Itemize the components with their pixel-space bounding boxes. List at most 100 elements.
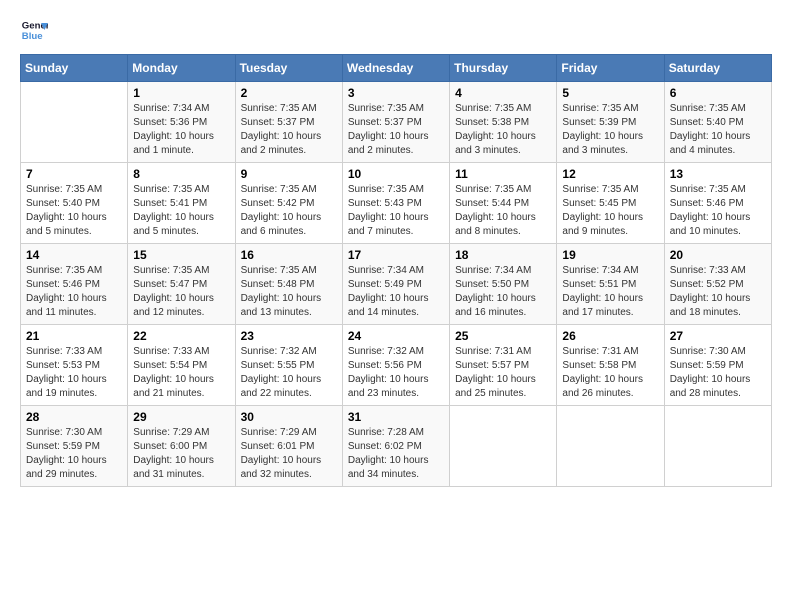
calendar-day-cell bbox=[664, 406, 771, 487]
day-info: Sunrise: 7:35 AM Sunset: 5:43 PM Dayligh… bbox=[348, 183, 444, 239]
day-number: 3 bbox=[348, 86, 444, 100]
day-number: 29 bbox=[133, 410, 229, 424]
calendar-day-cell: 7 Sunrise: 7:35 AM Sunset: 5:40 PM Daylig… bbox=[21, 163, 128, 244]
day-info: Sunrise: 7:34 AM Sunset: 5:51 PM Dayligh… bbox=[562, 264, 658, 320]
page-header: General Blue bbox=[20, 16, 772, 44]
calendar-week-row: 28Sunrise: 7:30 AM Sunset: 5:59 PM Dayli… bbox=[21, 406, 772, 487]
calendar-day-cell: 8 Sunrise: 7:35 AM Sunset: 5:41 PM Daylig… bbox=[128, 163, 235, 244]
calendar-day-cell: 26Sunrise: 7:31 AM Sunset: 5:58 PM Dayli… bbox=[557, 325, 664, 406]
day-info: Sunrise: 7:35 AM Sunset: 5:40 PM Dayligh… bbox=[26, 183, 122, 239]
calendar-day-cell: 30Sunrise: 7:29 AM Sunset: 6:01 PM Dayli… bbox=[235, 406, 342, 487]
weekday-header-cell: Thursday bbox=[450, 55, 557, 82]
weekday-header-cell: Friday bbox=[557, 55, 664, 82]
weekday-header-cell: Wednesday bbox=[342, 55, 449, 82]
day-number: 24 bbox=[348, 329, 444, 343]
calendar-day-cell: 29 Sunrise: 7:29 AM Sunset: 6:00 PM Dayli… bbox=[128, 406, 235, 487]
day-number: 18 bbox=[455, 248, 551, 262]
logo-icon: General Blue bbox=[20, 16, 48, 44]
calendar-table: SundayMondayTuesdayWednesdayThursdayFrid… bbox=[20, 54, 772, 487]
day-number: 22 bbox=[133, 329, 229, 343]
day-info: Sunrise: 7:35 AM Sunset: 5:40 PM Dayligh… bbox=[670, 102, 766, 158]
calendar-day-cell: 24 Sunrise: 7:32 AM Sunset: 5:56 PM Dayli… bbox=[342, 325, 449, 406]
day-number: 9 bbox=[241, 167, 337, 181]
calendar-day-cell: 31Sunrise: 7:28 AM Sunset: 6:02 PM Dayli… bbox=[342, 406, 449, 487]
day-info: Sunrise: 7:33 AM Sunset: 5:52 PM Dayligh… bbox=[670, 264, 766, 320]
day-info: Sunrise: 7:35 AM Sunset: 5:37 PM Dayligh… bbox=[348, 102, 444, 158]
day-number: 15 bbox=[133, 248, 229, 262]
day-info: Sunrise: 7:34 AM Sunset: 5:36 PM Dayligh… bbox=[133, 102, 229, 158]
logo: General Blue bbox=[20, 16, 52, 44]
day-info: Sunrise: 7:29 AM Sunset: 6:01 PM Dayligh… bbox=[241, 426, 337, 482]
calendar-body: 1 Sunrise: 7:34 AM Sunset: 5:36 PM Daylig… bbox=[21, 82, 772, 487]
day-number: 23 bbox=[241, 329, 337, 343]
day-info: Sunrise: 7:33 AM Sunset: 5:54 PM Dayligh… bbox=[133, 345, 229, 401]
day-number: 19 bbox=[562, 248, 658, 262]
calendar-day-cell: 17 Sunrise: 7:34 AM Sunset: 5:49 PM Dayli… bbox=[342, 244, 449, 325]
weekday-header-cell: Saturday bbox=[664, 55, 771, 82]
day-number: 20 bbox=[670, 248, 766, 262]
calendar-day-cell bbox=[557, 406, 664, 487]
day-number: 14 bbox=[26, 248, 122, 262]
calendar-day-cell: 14 Sunrise: 7:35 AM Sunset: 5:46 PM Dayli… bbox=[21, 244, 128, 325]
calendar-week-row: 7 Sunrise: 7:35 AM Sunset: 5:40 PM Daylig… bbox=[21, 163, 772, 244]
calendar-day-cell bbox=[21, 82, 128, 163]
day-info: Sunrise: 7:34 AM Sunset: 5:50 PM Dayligh… bbox=[455, 264, 551, 320]
calendar-day-cell: 10 Sunrise: 7:35 AM Sunset: 5:43 PM Dayli… bbox=[342, 163, 449, 244]
day-number: 6 bbox=[670, 86, 766, 100]
calendar-day-cell: 11 Sunrise: 7:35 AM Sunset: 5:44 PM Dayli… bbox=[450, 163, 557, 244]
day-number: 7 bbox=[26, 167, 122, 181]
day-info: Sunrise: 7:35 AM Sunset: 5:42 PM Dayligh… bbox=[241, 183, 337, 239]
day-number: 5 bbox=[562, 86, 658, 100]
weekday-header-cell: Monday bbox=[128, 55, 235, 82]
day-number: 27 bbox=[670, 329, 766, 343]
weekday-header-cell: Tuesday bbox=[235, 55, 342, 82]
calendar-day-cell: 18 Sunrise: 7:34 AM Sunset: 5:50 PM Dayli… bbox=[450, 244, 557, 325]
day-info: Sunrise: 7:32 AM Sunset: 5:56 PM Dayligh… bbox=[348, 345, 444, 401]
day-number: 1 bbox=[133, 86, 229, 100]
day-info: Sunrise: 7:35 AM Sunset: 5:44 PM Dayligh… bbox=[455, 183, 551, 239]
calendar-day-cell: 12Sunrise: 7:35 AM Sunset: 5:45 PM Dayli… bbox=[557, 163, 664, 244]
day-number: 8 bbox=[133, 167, 229, 181]
day-info: Sunrise: 7:35 AM Sunset: 5:46 PM Dayligh… bbox=[670, 183, 766, 239]
day-info: Sunrise: 7:35 AM Sunset: 5:37 PM Dayligh… bbox=[241, 102, 337, 158]
calendar-day-cell: 21 Sunrise: 7:33 AM Sunset: 5:53 PM Dayli… bbox=[21, 325, 128, 406]
calendar-day-cell: 19 Sunrise: 7:34 AM Sunset: 5:51 PM Dayli… bbox=[557, 244, 664, 325]
calendar-day-cell: 1 Sunrise: 7:34 AM Sunset: 5:36 PM Daylig… bbox=[128, 82, 235, 163]
day-info: Sunrise: 7:31 AM Sunset: 5:57 PM Dayligh… bbox=[455, 345, 551, 401]
day-info: Sunrise: 7:35 AM Sunset: 5:46 PM Dayligh… bbox=[26, 264, 122, 320]
day-info: Sunrise: 7:35 AM Sunset: 5:48 PM Dayligh… bbox=[241, 264, 337, 320]
day-info: Sunrise: 7:33 AM Sunset: 5:53 PM Dayligh… bbox=[26, 345, 122, 401]
calendar-day-cell: 13 Sunrise: 7:35 AM Sunset: 5:46 PM Dayli… bbox=[664, 163, 771, 244]
weekday-header-row: SundayMondayTuesdayWednesdayThursdayFrid… bbox=[21, 55, 772, 82]
calendar-day-cell: 15 Sunrise: 7:35 AM Sunset: 5:47 PM Dayli… bbox=[128, 244, 235, 325]
calendar-week-row: 14 Sunrise: 7:35 AM Sunset: 5:46 PM Dayli… bbox=[21, 244, 772, 325]
day-number: 21 bbox=[26, 329, 122, 343]
calendar-day-cell: 22 Sunrise: 7:33 AM Sunset: 5:54 PM Dayli… bbox=[128, 325, 235, 406]
svg-text:Blue: Blue bbox=[22, 31, 43, 42]
calendar-week-row: 1 Sunrise: 7:34 AM Sunset: 5:36 PM Daylig… bbox=[21, 82, 772, 163]
calendar-day-cell: 4Sunrise: 7:35 AM Sunset: 5:38 PM Daylig… bbox=[450, 82, 557, 163]
calendar-day-cell: 25 Sunrise: 7:31 AM Sunset: 5:57 PM Dayli… bbox=[450, 325, 557, 406]
day-number: 4 bbox=[455, 86, 551, 100]
calendar-day-cell: 20 Sunrise: 7:33 AM Sunset: 5:52 PM Dayli… bbox=[664, 244, 771, 325]
calendar-day-cell bbox=[450, 406, 557, 487]
day-number: 17 bbox=[348, 248, 444, 262]
calendar-day-cell: 3 Sunrise: 7:35 AM Sunset: 5:37 PM Daylig… bbox=[342, 82, 449, 163]
day-info: Sunrise: 7:30 AM Sunset: 5:59 PM Dayligh… bbox=[26, 426, 122, 482]
calendar-day-cell: 16 Sunrise: 7:35 AM Sunset: 5:48 PM Dayli… bbox=[235, 244, 342, 325]
day-info: Sunrise: 7:35 AM Sunset: 5:45 PM Dayligh… bbox=[562, 183, 658, 239]
day-info: Sunrise: 7:35 AM Sunset: 5:47 PM Dayligh… bbox=[133, 264, 229, 320]
calendar-day-cell: 9 Sunrise: 7:35 AM Sunset: 5:42 PM Daylig… bbox=[235, 163, 342, 244]
weekday-header-cell: Sunday bbox=[21, 55, 128, 82]
calendar-day-cell: 6 Sunrise: 7:35 AM Sunset: 5:40 PM Daylig… bbox=[664, 82, 771, 163]
day-number: 13 bbox=[670, 167, 766, 181]
day-number: 10 bbox=[348, 167, 444, 181]
calendar-day-cell: 23Sunrise: 7:32 AM Sunset: 5:55 PM Dayli… bbox=[235, 325, 342, 406]
day-number: 16 bbox=[241, 248, 337, 262]
day-number: 25 bbox=[455, 329, 551, 343]
day-info: Sunrise: 7:35 AM Sunset: 5:41 PM Dayligh… bbox=[133, 183, 229, 239]
day-info: Sunrise: 7:30 AM Sunset: 5:59 PM Dayligh… bbox=[670, 345, 766, 401]
day-info: Sunrise: 7:29 AM Sunset: 6:00 PM Dayligh… bbox=[133, 426, 229, 482]
day-number: 11 bbox=[455, 167, 551, 181]
day-info: Sunrise: 7:34 AM Sunset: 5:49 PM Dayligh… bbox=[348, 264, 444, 320]
